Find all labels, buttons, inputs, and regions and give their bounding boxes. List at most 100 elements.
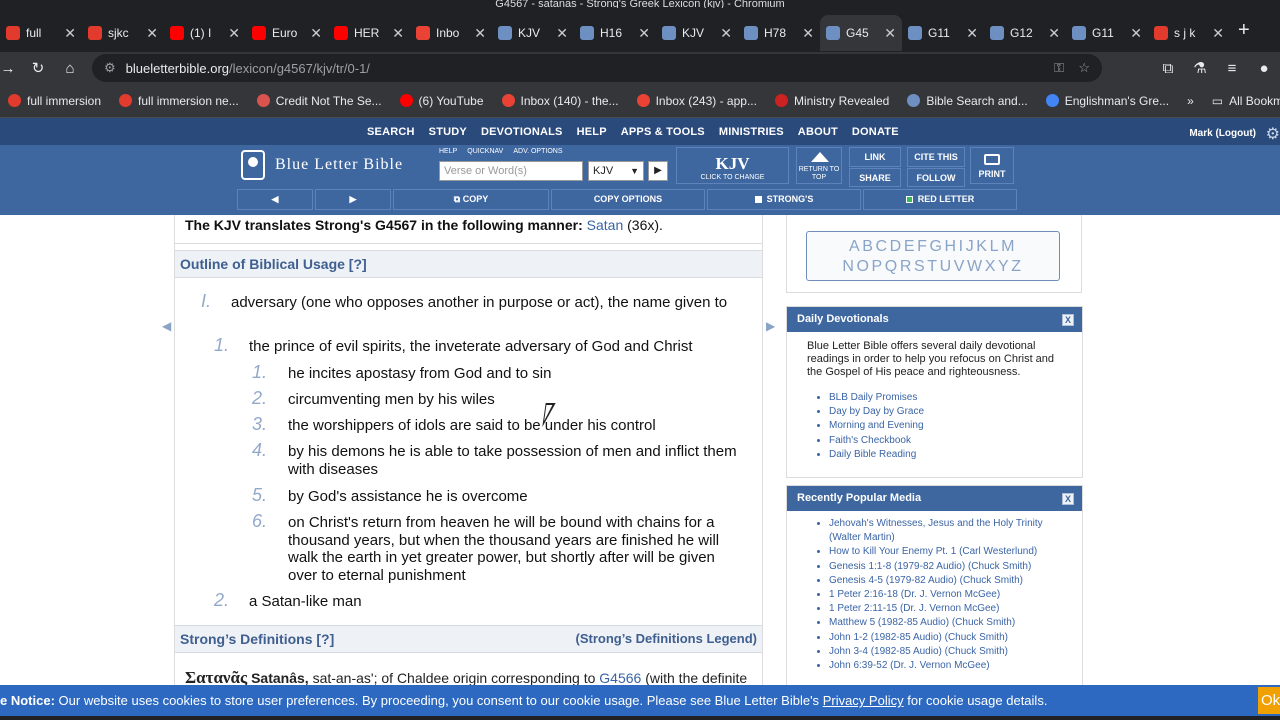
bookmark-item[interactable]: full immersion bbox=[8, 94, 101, 108]
browser-tab[interactable]: G11 ✕ bbox=[902, 15, 984, 51]
share-button[interactable]: SHARE bbox=[849, 168, 901, 187]
browser-tab[interactable]: Euro ✕ bbox=[246, 15, 328, 51]
browser-tab[interactable]: (1) I ✕ bbox=[164, 15, 246, 51]
collapse-left-icon[interactable]: ◀ bbox=[162, 319, 171, 333]
gear-icon[interactable]: ⚙ bbox=[1266, 124, 1280, 144]
next-button[interactable]: ▶ bbox=[315, 189, 391, 210]
browser-tab[interactable]: Inbo ✕ bbox=[410, 15, 492, 51]
nav-item[interactable]: APPS & TOOLS bbox=[614, 126, 712, 138]
browser-tab[interactable]: HER ✕ bbox=[328, 15, 410, 51]
media-link[interactable]: 1 Peter 2:11-15 (Dr. J. Vernon McGee) bbox=[829, 602, 1062, 616]
tab-close-icon[interactable]: ✕ bbox=[802, 25, 814, 42]
extensions-icon[interactable]: ⧉ bbox=[1152, 60, 1184, 77]
version-select[interactable]: KJV ▼ bbox=[588, 161, 644, 181]
nav-item[interactable]: DONATE bbox=[845, 126, 906, 138]
browser-tab[interactable]: KJV ✕ bbox=[656, 15, 738, 51]
tab-close-icon[interactable]: ✕ bbox=[556, 25, 568, 42]
outline-heading[interactable]: Outline of Biblical Usage [?] bbox=[175, 250, 762, 278]
forward-icon[interactable]: → bbox=[0, 60, 24, 77]
address-bar[interactable]: ⚙ blueletterbible.org/lexicon/g4567/kjv/… bbox=[92, 54, 1102, 82]
alphabet-row-1[interactable]: ABCDEFGHIJKLM bbox=[807, 237, 1059, 257]
site-logo[interactable]: Blue Letter Bible bbox=[241, 150, 403, 180]
bookmark-item[interactable]: full immersion ne... bbox=[119, 94, 239, 108]
copy-button[interactable]: ⧉ COPY bbox=[393, 189, 549, 210]
home-icon[interactable]: ⌂ bbox=[54, 60, 86, 77]
browser-tab[interactable]: H16 ✕ bbox=[574, 15, 656, 51]
new-tab-icon[interactable]: + bbox=[1238, 19, 1250, 42]
devotional-link[interactable]: BLB Daily Promises bbox=[829, 391, 1062, 405]
search-link[interactable]: ADV. OPTIONS bbox=[513, 148, 562, 155]
search-link[interactable]: HELP bbox=[439, 148, 457, 155]
browser-tab[interactable]: KJV ✕ bbox=[492, 15, 574, 51]
print-button[interactable]: PRINT bbox=[970, 147, 1014, 184]
media-link[interactable]: John 3-4 (1982-85 Audio) (Chuck Smith) bbox=[829, 645, 1062, 659]
cite-this-button[interactable]: CITE THIS bbox=[907, 147, 965, 167]
browser-tab[interactable]: G11 ✕ bbox=[1066, 15, 1148, 51]
devotional-link[interactable]: Morning and Evening bbox=[829, 419, 1062, 433]
profile-icon[interactable]: ● bbox=[1248, 60, 1280, 77]
alphabet-index[interactable]: ABCDEFGHIJKLM NOPQRSTUVWXYZ bbox=[806, 231, 1060, 281]
copy-options-button[interactable]: COPY OPTIONS bbox=[551, 189, 705, 210]
follow-button[interactable]: FOLLOW bbox=[907, 168, 965, 187]
devotional-link[interactable]: Daily Bible Reading bbox=[829, 448, 1062, 462]
tab-close-icon[interactable]: ✕ bbox=[884, 25, 896, 42]
browser-tab[interactable]: G45 ✕ bbox=[820, 15, 902, 51]
media-link[interactable]: Matthew 5 (1982-85 Audio) (Chuck Smith) bbox=[829, 616, 1062, 630]
close-icon[interactable]: X bbox=[1062, 493, 1074, 505]
prev-button[interactable]: ◀ bbox=[237, 189, 313, 210]
nav-item[interactable]: ABOUT bbox=[791, 126, 845, 138]
tab-close-icon[interactable]: ✕ bbox=[1130, 25, 1142, 42]
nav-item[interactable]: HELP bbox=[570, 126, 614, 138]
version-change-button[interactable]: KJV CLICK TO CHANGE bbox=[676, 147, 789, 184]
bookmark-item[interactable]: Ministry Revealed bbox=[774, 94, 889, 108]
bookmark-item[interactable]: Inbox (140) - the... bbox=[501, 94, 619, 108]
browser-tab[interactable]: sjkc ✕ bbox=[82, 15, 164, 51]
media-link[interactable]: How to Kill Your Enemy Pt. 1 (Carl Weste… bbox=[829, 545, 1062, 559]
red-letter-toggle[interactable]: RED LETTER bbox=[863, 189, 1017, 210]
labs-icon[interactable]: ⚗ bbox=[1184, 59, 1216, 77]
bookmark-item[interactable]: (6) YouTube bbox=[399, 94, 484, 108]
cookie-ok-button[interactable]: Ok bbox=[1258, 687, 1280, 714]
bookmark-item[interactable]: Inbox (243) - app... bbox=[636, 94, 757, 108]
media-link[interactable]: Jehovah's Witnesses, Jesus and the Holy … bbox=[829, 517, 1062, 545]
tab-close-icon[interactable]: ✕ bbox=[392, 25, 404, 42]
tab-close-icon[interactable]: ✕ bbox=[64, 25, 76, 42]
nav-item[interactable]: MINISTRIES bbox=[712, 126, 791, 138]
search-link[interactable]: QUICKNAV bbox=[467, 148, 503, 155]
tab-close-icon[interactable]: ✕ bbox=[966, 25, 978, 42]
browser-tab[interactable]: G12 ✕ bbox=[984, 15, 1066, 51]
browser-tab[interactable]: H78 ✕ bbox=[738, 15, 820, 51]
alphabet-row-2[interactable]: NOPQRSTUVWXYZ bbox=[807, 257, 1059, 277]
kjv-translation-word[interactable]: Satan bbox=[587, 217, 624, 233]
tab-close-icon[interactable]: ✕ bbox=[228, 25, 240, 42]
definitions-heading[interactable]: Strong’s Definitions [?] (Strong’s Defin… bbox=[175, 625, 762, 653]
tab-close-icon[interactable]: ✕ bbox=[1212, 25, 1224, 42]
media-link[interactable]: Genesis 4-5 (1979-82 Audio) (Chuck Smith… bbox=[829, 574, 1062, 588]
search-input[interactable]: Verse or Word(s) bbox=[439, 161, 583, 181]
definitions-legend-link[interactable]: (Strong’s Definitions Legend) bbox=[575, 626, 757, 652]
tab-close-icon[interactable]: ✕ bbox=[474, 25, 486, 42]
ref-link[interactable]: G4566 bbox=[599, 670, 641, 685]
tab-close-icon[interactable]: ✕ bbox=[638, 25, 650, 42]
media-link[interactable]: 1 Peter 2:16-18 (Dr. J. Vernon McGee) bbox=[829, 588, 1062, 602]
nav-item[interactable]: STUDY bbox=[422, 126, 474, 138]
bookmarks-more-icon[interactable]: » bbox=[1187, 94, 1194, 108]
close-icon[interactable]: X bbox=[1062, 314, 1074, 326]
browser-tab[interactable]: s j k ✕ bbox=[1148, 15, 1230, 51]
key-icon[interactable]: ⚿ bbox=[1054, 60, 1064, 76]
return-to-top-button[interactable]: RETURN TO TOP bbox=[796, 147, 842, 184]
collapse-right-icon[interactable]: ▶ bbox=[766, 319, 775, 333]
media-link[interactable]: John 6:39-52 (Dr. J. Vernon McGee) bbox=[829, 659, 1062, 673]
devotional-link[interactable]: Faith's Checkbook bbox=[829, 434, 1062, 448]
tab-close-icon[interactable]: ✕ bbox=[310, 25, 322, 42]
nav-item[interactable]: DEVOTIONALS bbox=[474, 126, 570, 138]
link-button[interactable]: LINK bbox=[849, 147, 901, 167]
search-go-button[interactable]: ▶ bbox=[648, 161, 668, 181]
bookmark-item[interactable]: Englishman's Gre... bbox=[1045, 94, 1169, 108]
bookmark-item[interactable]: Bible Search and... bbox=[907, 94, 1028, 108]
reading-list-icon[interactable]: ≡ bbox=[1216, 60, 1248, 77]
tab-close-icon[interactable]: ✕ bbox=[720, 25, 732, 42]
strongs-toggle[interactable]: STRONG'S bbox=[707, 189, 861, 210]
tab-close-icon[interactable]: ✕ bbox=[1048, 25, 1060, 42]
media-link[interactable]: Genesis 1:1-8 (1979-82 Audio) (Chuck Smi… bbox=[829, 560, 1062, 574]
